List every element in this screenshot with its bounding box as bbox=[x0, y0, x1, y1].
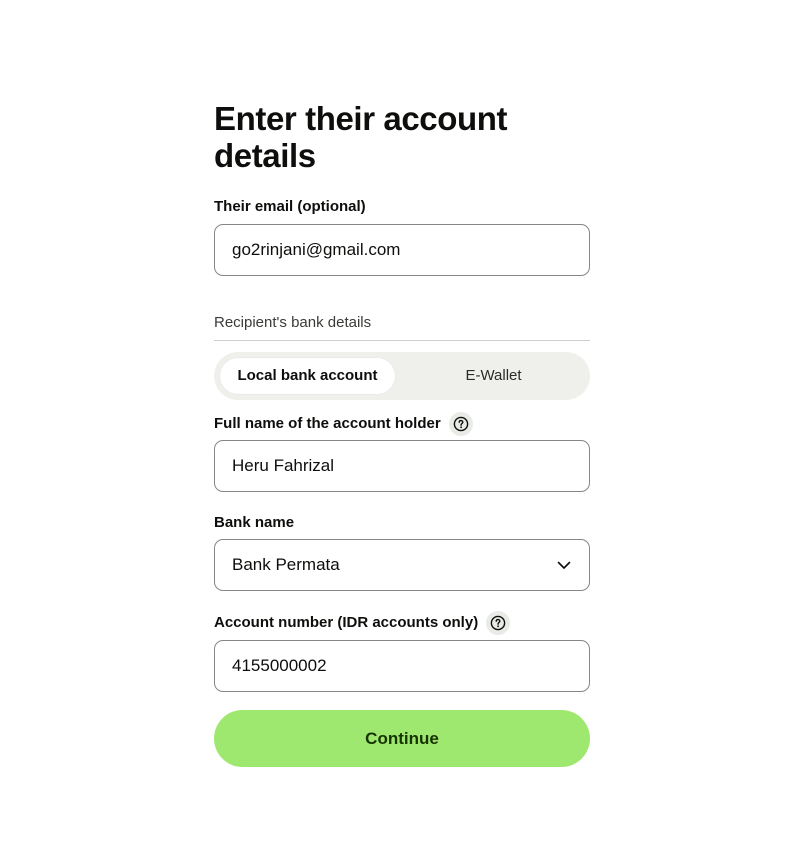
question-circle-icon[interactable] bbox=[486, 611, 511, 635]
email-label: Their email (optional) bbox=[214, 198, 366, 216]
continue-button[interactable]: Continue bbox=[214, 710, 590, 767]
bank-name-value: Bank Permata bbox=[232, 555, 340, 574]
account-number-label: Account number (IDR accounts only) bbox=[214, 611, 511, 635]
bank-name-select[interactable]: Bank Permata bbox=[214, 539, 590, 591]
account-holder-input[interactable] bbox=[232, 456, 572, 476]
account-holder-label-text: Full name of the account holder bbox=[214, 415, 441, 432]
account-number-label-text: Account number (IDR accounts only) bbox=[214, 614, 479, 631]
section-divider bbox=[214, 340, 590, 341]
account-holder-label: Full name of the account holder bbox=[214, 412, 473, 436]
page-title: Enter their account details bbox=[214, 100, 508, 174]
tab-e-wallet[interactable]: E-Wallet bbox=[403, 358, 584, 394]
question-circle-icon[interactable] bbox=[448, 412, 473, 436]
bank-name-label-text: Bank name bbox=[214, 514, 295, 531]
account-holder-field[interactable] bbox=[214, 440, 590, 492]
account-type-switcher: Local bank account E-Wallet bbox=[214, 352, 590, 400]
account-number-input[interactable] bbox=[232, 656, 572, 676]
recipient-bank-details-heading: Recipient's bank details bbox=[214, 314, 372, 331]
bank-name-label: Bank name bbox=[214, 514, 294, 532]
email-input[interactable] bbox=[232, 240, 572, 260]
tab-local-bank-account[interactable]: Local bank account bbox=[220, 358, 395, 394]
account-number-field[interactable] bbox=[214, 640, 590, 692]
email-label-text: Their email (optional) bbox=[214, 198, 366, 215]
chevron-down-icon[interactable] bbox=[556, 557, 572, 578]
email-field[interactable] bbox=[214, 224, 590, 276]
